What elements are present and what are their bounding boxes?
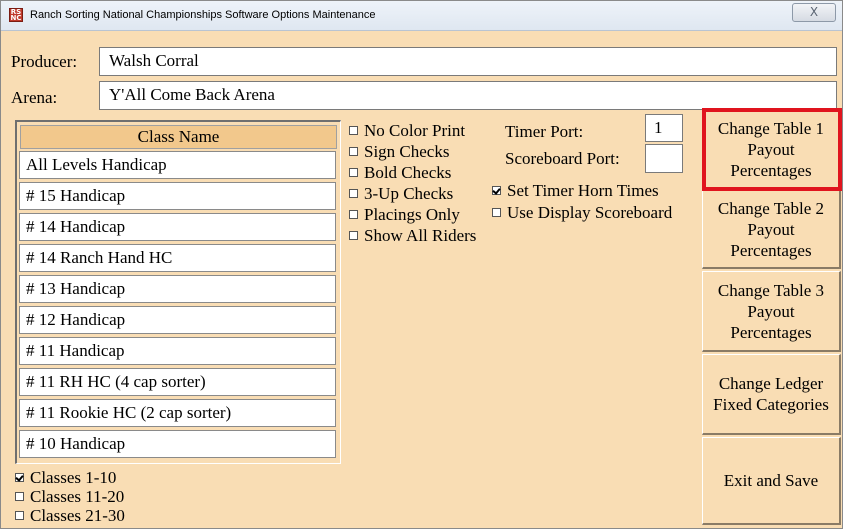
checkbox-label: Classes 11-20: [30, 487, 125, 506]
no-color-print-checkbox[interactable]: No Color Print: [349, 122, 465, 140]
change-table-3-button[interactable]: Change Table 3 Payout Percentages: [702, 271, 841, 352]
highlight-box: [702, 108, 842, 191]
checkbox-icon: [349, 168, 358, 177]
class-row[interactable]: All Levels Handicap: [19, 151, 336, 179]
title-bar[interactable]: RS NC Ranch Sorting National Championship…: [1, 1, 842, 31]
checkbox-icon: [349, 126, 358, 135]
placings-only-checkbox[interactable]: Placings Only: [349, 206, 460, 224]
class-row[interactable]: # 13 Handicap: [19, 275, 336, 303]
checkbox-icon: [349, 231, 358, 240]
sign-checks-checkbox[interactable]: Sign Checks: [349, 143, 449, 161]
class-row[interactable]: # 11 Handicap: [19, 337, 336, 365]
checkbox-label: Use Display Scoreboard: [507, 203, 673, 222]
checkbox-label: No Color Print: [364, 121, 466, 140]
class-list: Class Name All Levels Handicap # 15 Hand…: [15, 120, 341, 464]
exit-and-save-button[interactable]: Exit and Save: [702, 437, 841, 525]
checkbox-label: 3-Up Checks: [364, 184, 454, 203]
checkbox-label: Placings Only: [364, 205, 460, 224]
set-timer-horn-checkbox[interactable]: Set Timer Horn Times: [492, 182, 659, 200]
class-name-header: Class Name: [20, 125, 337, 149]
checkbox-icon: [15, 492, 24, 501]
class-row[interactable]: # 14 Handicap: [19, 213, 336, 241]
class-row[interactable]: # 12 Handicap: [19, 306, 336, 334]
checkbox-icon: [492, 186, 501, 195]
checkbox-label: Sign Checks: [364, 142, 450, 161]
classes-21-30-checkbox[interactable]: Classes 21-30: [15, 507, 125, 525]
checkbox-label: Bold Checks: [364, 163, 452, 182]
checkbox-label: Classes 1-10: [30, 468, 117, 487]
classes-11-20-checkbox[interactable]: Classes 11-20: [15, 488, 124, 506]
class-row[interactable]: # 14 Ranch Hand HC: [19, 244, 336, 272]
bold-checks-checkbox[interactable]: Bold Checks: [349, 164, 451, 182]
class-row[interactable]: # 11 RH HC (4 cap sorter): [19, 368, 336, 396]
checkbox-label: Show All Riders: [364, 226, 477, 245]
change-table-2-button[interactable]: Change Table 2 Payout Percentages: [702, 190, 841, 269]
app-icon: RS NC: [9, 8, 23, 22]
timer-port-field[interactable]: 1: [645, 114, 683, 142]
close-icon[interactable]: X: [792, 3, 836, 22]
producer-field[interactable]: Walsh Corral: [99, 47, 837, 76]
checkbox-icon: [15, 511, 24, 520]
checkbox-icon: [15, 473, 24, 482]
checkbox-icon: [349, 147, 358, 156]
producer-label: Producer:: [11, 52, 78, 71]
checkbox-icon: [492, 208, 501, 217]
window-title: Ranch Sorting National Championships Sof…: [30, 9, 376, 21]
class-row[interactable]: # 15 Handicap: [19, 182, 336, 210]
checkbox-label: Classes 21-30: [30, 506, 125, 525]
options-window: RS NC Ranch Sorting National Championship…: [0, 0, 843, 529]
use-display-scoreboard-checkbox[interactable]: Use Display Scoreboard: [492, 204, 672, 222]
checkbox-icon: [349, 210, 358, 219]
scoreboard-port-field[interactable]: [645, 144, 683, 173]
change-ledger-button[interactable]: Change Ledger Fixed Categories: [702, 354, 841, 435]
scoreboard-port-label: Scoreboard Port:: [505, 149, 620, 168]
checkbox-label: Set Timer Horn Times: [507, 181, 659, 200]
checkbox-icon: [349, 189, 358, 198]
class-row[interactable]: # 10 Handicap: [19, 430, 336, 458]
3-up-checks-checkbox[interactable]: 3-Up Checks: [349, 185, 453, 203]
timer-port-label: Timer Port:: [505, 122, 584, 141]
arena-field[interactable]: Y'All Come Back Arena: [99, 81, 837, 110]
arena-label: Arena:: [11, 88, 58, 107]
show-all-riders-checkbox[interactable]: Show All Riders: [349, 227, 476, 245]
class-row[interactable]: # 11 Rookie HC (2 cap sorter): [19, 399, 336, 427]
classes-1-10-checkbox[interactable]: Classes 1-10: [15, 469, 116, 487]
